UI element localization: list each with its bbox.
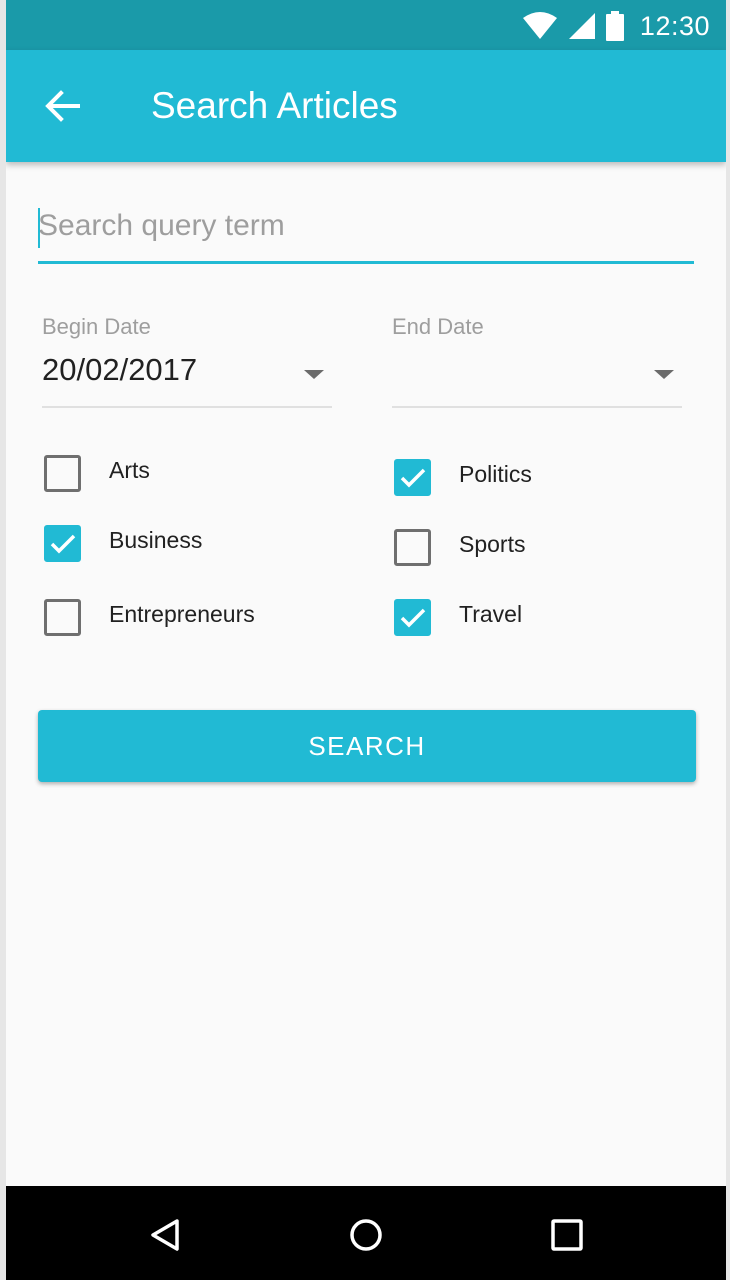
checkbox-label-business: Business [109,527,203,553]
checkbox-box[interactable] [394,459,431,496]
checkbox-label-sports: Sports [459,531,526,557]
checkbox-box[interactable] [44,455,81,492]
checkmark-icon [50,534,75,553]
battery-icon [605,11,624,41]
checkbox-arts[interactable]: Arts [44,455,150,492]
nav-back-button[interactable] [140,1210,190,1260]
phone-screen: 12:30 Search Articles Begin Date 20/02/2… [6,0,726,1280]
checkbox-box[interactable] [394,529,431,566]
checkbox-label-politics: Politics [459,461,532,487]
search-query-input[interactable] [38,200,694,264]
wifi-icon [522,12,557,39]
back-triangle-icon [151,1219,179,1251]
nav-recents-button[interactable] [542,1210,592,1260]
status-bar: 12:30 [6,0,726,50]
page-title: Search Articles [151,85,398,126]
home-circle-icon [350,1219,382,1251]
checkbox-box[interactable] [44,525,81,562]
checkbox-entrepreneurs[interactable]: Entrepreneurs [44,599,255,636]
checkbox-politics[interactable]: Politics [394,459,532,496]
end-date-dropdown[interactable] [392,340,682,408]
system-nav-bar [6,1186,726,1280]
back-button[interactable] [32,76,92,136]
end-date-label: End Date [392,314,484,339]
checkbox-label-entrepreneurs: Entrepreneurs [109,601,255,627]
checkbox-label-travel: Travel [459,601,523,627]
nav-home-button[interactable] [341,1210,391,1260]
text-cursor [38,208,40,248]
checkbox-box[interactable] [394,599,431,636]
signal-icon [568,13,595,39]
dropdown-arrow-icon [304,370,324,379]
search-button[interactable]: SEARCH [38,710,696,782]
checkbox-sports[interactable]: Sports [394,529,525,566]
checkmark-icon [400,468,425,487]
checkbox-label-arts: Arts [109,457,150,483]
status-icons: 12:30 [522,10,710,42]
begin-date-value: 20/02/2017 [42,352,198,387]
begin-date-label: Begin Date [42,314,151,339]
dropdown-arrow-icon [654,370,674,379]
app-bar: Search Articles [6,50,726,162]
checkbox-travel[interactable]: Travel [394,599,522,636]
status-time: 12:30 [639,10,710,41]
recents-square-icon [551,1219,583,1251]
arrow-back-icon [45,90,80,122]
checkbox-box[interactable] [44,599,81,636]
checkbox-business[interactable]: Business [44,525,202,562]
checkmark-icon [400,608,425,627]
begin-date-dropdown[interactable]: 20/02/2017 [42,340,332,408]
